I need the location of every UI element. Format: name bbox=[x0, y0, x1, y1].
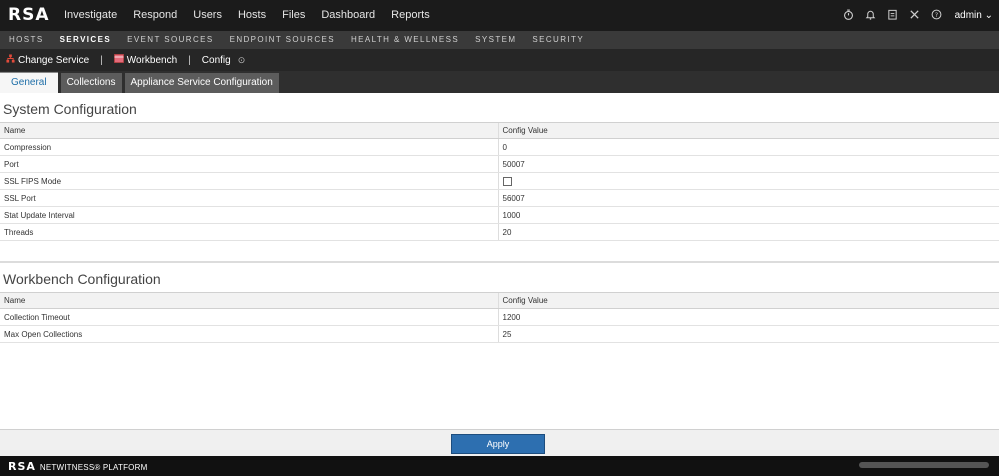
column-header-name: Name bbox=[0, 292, 498, 309]
setting-value[interactable]: 20 bbox=[497, 223, 999, 241]
table-row: SSL FIPS Mode bbox=[0, 172, 999, 190]
setting-value[interactable]: 50007 bbox=[497, 155, 999, 173]
service-toolbar: Change Service | Workbench | Config ⊙ bbox=[0, 49, 999, 71]
setting-name: Port bbox=[0, 155, 498, 173]
timer-icon[interactable] bbox=[843, 9, 855, 23]
system-config-table: Name Config Value Compression 0 Port 500… bbox=[0, 122, 999, 241]
chevron-down-icon: ⊙ bbox=[237, 54, 246, 65]
setting-name: Threads bbox=[0, 223, 498, 241]
setting-value[interactable]: 0 bbox=[497, 138, 999, 156]
user-menu[interactable]: admin ⌄ bbox=[955, 10, 993, 21]
nav-hosts[interactable]: Hosts bbox=[230, 0, 274, 31]
change-service-icon bbox=[6, 54, 15, 66]
column-header-name: Name bbox=[0, 122, 498, 139]
table-header: Name Config Value bbox=[0, 292, 999, 309]
workbench-icon bbox=[113, 54, 124, 66]
subnav-security[interactable]: SECURITY bbox=[524, 31, 592, 49]
sub-navigation: HOSTS SERVICES EVENT SOURCES ENDPOINT SO… bbox=[0, 31, 999, 49]
setting-name: Max Open Collections bbox=[0, 325, 498, 343]
apply-button[interactable]: Apply bbox=[451, 434, 545, 454]
platform-name: NETWITNESS® PLATFORM bbox=[39, 463, 148, 472]
table-row: Collection Timeout 1200 bbox=[0, 308, 999, 326]
subnav-services[interactable]: SERVICES bbox=[52, 31, 120, 49]
column-header-config-value: Config Value bbox=[497, 122, 999, 139]
platform-brand: RSA NETWITNESS® PLATFORM bbox=[8, 460, 147, 473]
bell-icon[interactable] bbox=[865, 9, 877, 23]
setting-name: Stat Update Interval bbox=[0, 206, 498, 224]
top-icons: ? admin ⌄ bbox=[843, 0, 993, 31]
action-footer: Apply bbox=[0, 429, 999, 457]
table-header: Name Config Value bbox=[0, 122, 999, 139]
svg-text:?: ? bbox=[935, 10, 938, 18]
system-config-title: System Configuration bbox=[3, 101, 137, 117]
change-service-label: Change Service bbox=[18, 54, 90, 66]
user-name: admin bbox=[954, 10, 982, 21]
subnav-hosts[interactable]: HOSTS bbox=[1, 31, 52, 49]
rsa-brand: RSA bbox=[8, 460, 36, 473]
setting-value[interactable]: 1200 bbox=[497, 308, 999, 326]
workbench-label: Workbench bbox=[126, 54, 178, 66]
setting-name: Compression bbox=[0, 138, 498, 156]
subnav-endpoint-sources[interactable]: ENDPOINT SOURCES bbox=[222, 31, 343, 49]
table-row: Stat Update Interval 1000 bbox=[0, 206, 999, 224]
nav-files[interactable]: Files bbox=[274, 0, 313, 31]
table-row: Max Open Collections 25 bbox=[0, 325, 999, 343]
tab-general[interactable]: General bbox=[0, 72, 58, 93]
setting-name: SSL FIPS Mode bbox=[0, 172, 498, 190]
setting-value[interactable]: 1000 bbox=[497, 206, 999, 224]
table-row: Port 50007 bbox=[0, 155, 999, 173]
config-label: Config bbox=[201, 54, 231, 66]
nav-respond[interactable]: Respond bbox=[125, 0, 185, 31]
main-nav: Investigate Respond Users Hosts Files Da… bbox=[56, 0, 438, 31]
nav-reports[interactable]: Reports bbox=[383, 0, 438, 31]
nav-users[interactable]: Users bbox=[185, 0, 230, 31]
tools-icon[interactable] bbox=[909, 9, 921, 23]
rsa-logo: RSA bbox=[8, 5, 50, 25]
subnav-system[interactable]: SYSTEM bbox=[467, 31, 524, 49]
workbench-config-table: Name Config Value Collection Timeout 120… bbox=[0, 292, 999, 343]
table-row: Compression 0 bbox=[0, 138, 999, 156]
ssl-fips-mode-checkbox[interactable] bbox=[502, 176, 512, 186]
version-info-redacted bbox=[859, 462, 989, 468]
chevron-down-icon: ⌄ bbox=[984, 10, 993, 21]
toolbar-separator: | bbox=[188, 54, 191, 66]
subnav-health-wellness[interactable]: HEALTH & WELLNESS bbox=[343, 31, 467, 49]
nav-investigate[interactable]: Investigate bbox=[56, 0, 125, 31]
setting-value[interactable]: 56007 bbox=[497, 189, 999, 207]
toolbar-separator: | bbox=[100, 54, 103, 66]
column-header-config-value: Config Value bbox=[497, 292, 999, 309]
setting-name: SSL Port bbox=[0, 189, 498, 207]
tab-collections[interactable]: Collections bbox=[60, 73, 122, 93]
clipboard-icon[interactable] bbox=[887, 9, 899, 23]
setting-value bbox=[497, 172, 999, 190]
status-bar: RSA NETWITNESS® PLATFORM bbox=[0, 456, 999, 476]
setting-value[interactable]: 25 bbox=[497, 325, 999, 343]
table-row: Threads 20 bbox=[0, 223, 999, 241]
workbench-config-title: Workbench Configuration bbox=[3, 271, 161, 287]
workbench-button[interactable]: Workbench bbox=[113, 54, 178, 66]
tab-appliance-service-configuration[interactable]: Appliance Service Configuration bbox=[124, 73, 279, 93]
config-tabs: General Collections Appliance Service Co… bbox=[0, 71, 999, 93]
nav-dashboard[interactable]: Dashboard bbox=[313, 0, 383, 31]
help-icon[interactable]: ? bbox=[931, 9, 943, 23]
subnav-event-sources[interactable]: EVENT SOURCES bbox=[119, 31, 222, 49]
setting-name: Collection Timeout bbox=[0, 308, 498, 326]
change-service-button[interactable]: Change Service bbox=[6, 54, 89, 66]
table-row: SSL Port 56007 bbox=[0, 189, 999, 207]
top-navigation-bar: RSA Investigate Respond Users Hosts File… bbox=[0, 0, 999, 31]
config-content: System Configuration Name Config Value C… bbox=[0, 93, 999, 429]
config-menu-button[interactable]: Config ⊙ bbox=[202, 55, 245, 66]
